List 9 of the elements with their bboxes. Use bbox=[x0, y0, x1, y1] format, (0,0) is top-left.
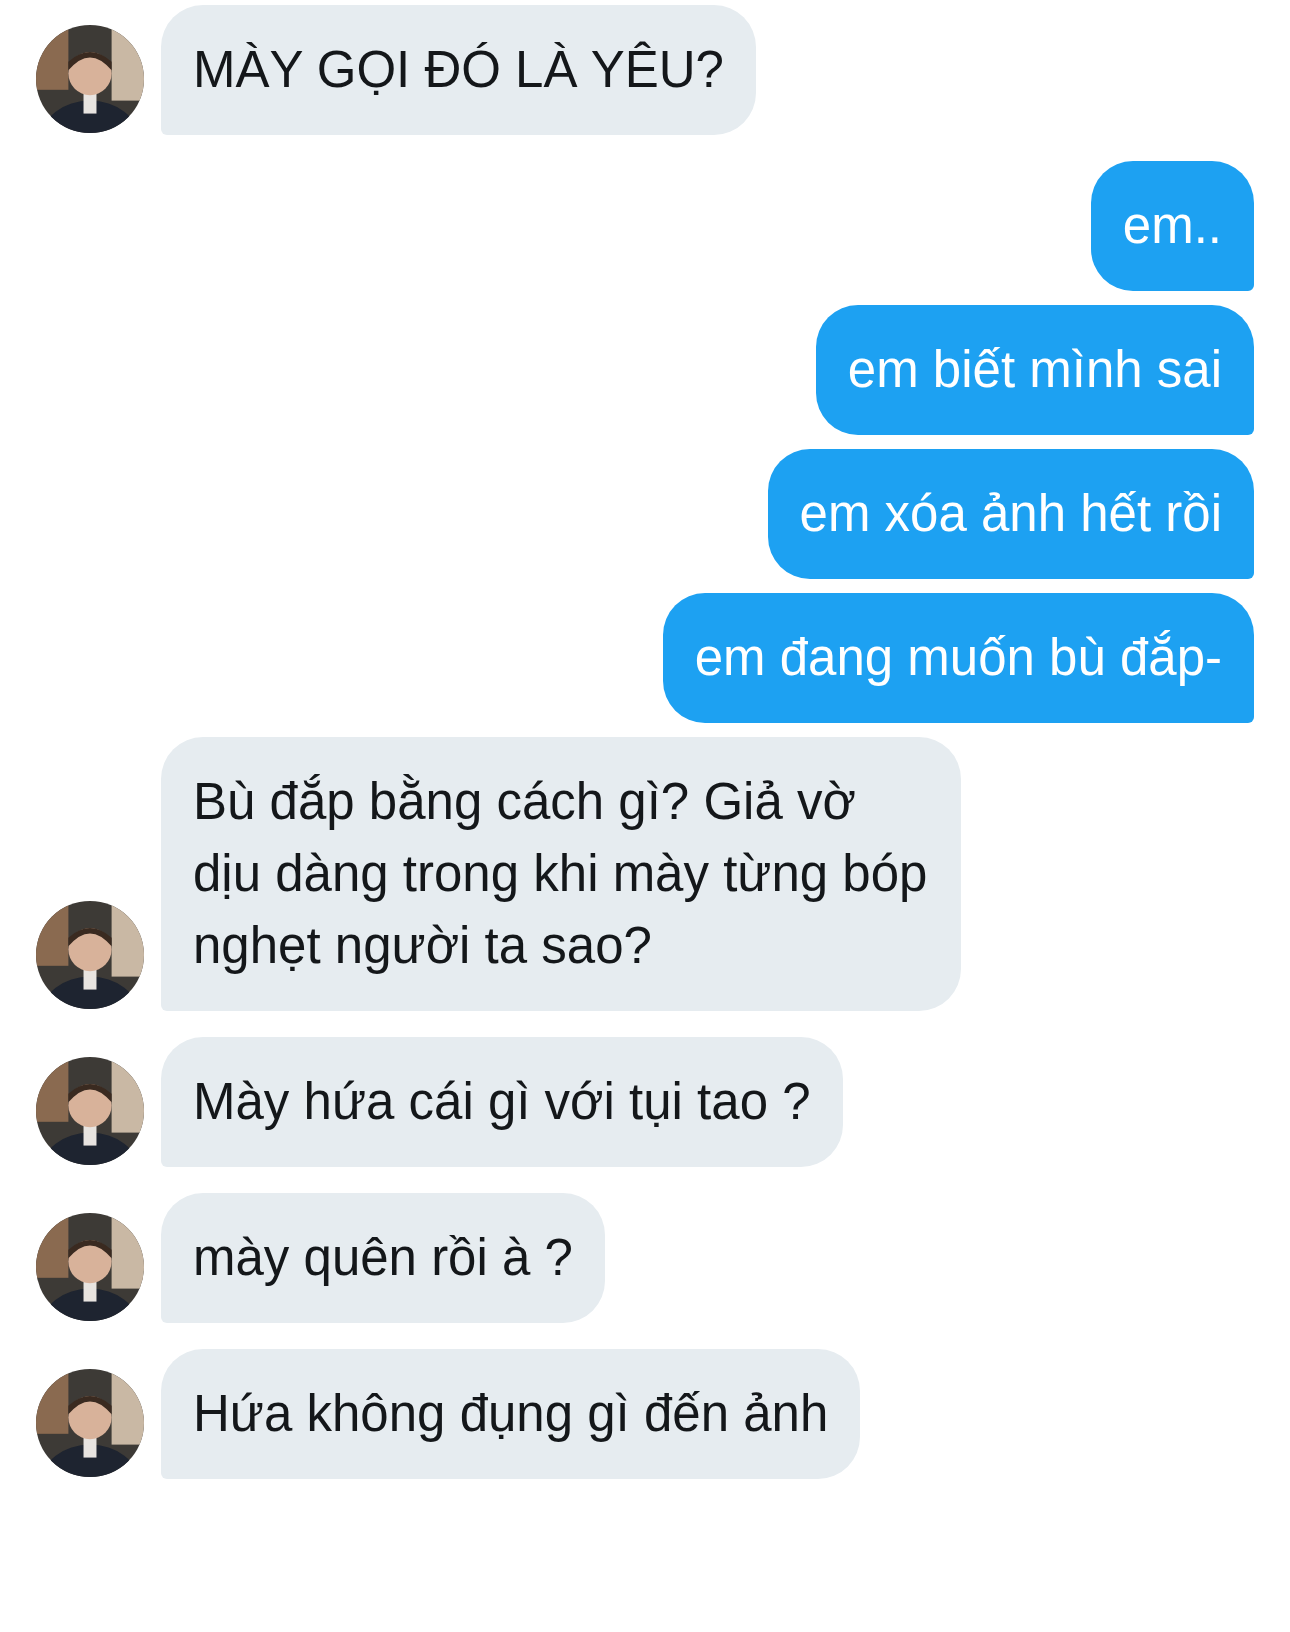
message-bubble: em xóa ảnh hết rồi bbox=[767, 449, 1254, 579]
message-bubble: MÀY GỌI ĐÓ LÀ YÊU? bbox=[161, 5, 756, 135]
message-bubble: Bù đắp bằng cách gì? Giả vờ dịu dàng trong khi mày từng bóp nghẹt người ta sao? bbox=[161, 737, 961, 1011]
message-bubble: em biết mình sai bbox=[815, 305, 1254, 435]
message-bubble: mày quên rồi à ? bbox=[161, 1193, 605, 1323]
message-bubble: Mày hứa cái gì với tụi tao ? bbox=[161, 1037, 843, 1167]
message-bubble: Hứa không đụng gì đến ảnh bbox=[161, 1349, 861, 1479]
message-bubble: em.. bbox=[1090, 161, 1254, 291]
message-bubble: em đang muốn bù đắp- bbox=[662, 593, 1254, 723]
